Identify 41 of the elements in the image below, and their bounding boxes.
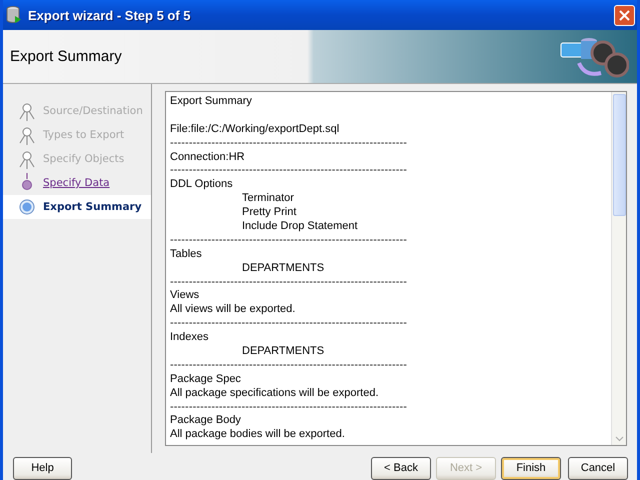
summary-line: All package specifications will be exported. [170, 386, 380, 401]
dashed-separator: --------------------------------------------------------------- [170, 317, 408, 332]
close-icon [619, 10, 630, 20]
summary-item: Pretty Print [242, 206, 296, 218]
dashed-separator: --------------------------------------------------------------- [170, 136, 408, 151]
step-node-icon [17, 101, 37, 121]
dashed-separator: --------------------------------------------------------------- [170, 400, 408, 414]
summary-line: All package bodies will be exported. [170, 428, 346, 442]
window-title: Export wizard - Step 5 of 5 [28, 8, 192, 22]
close-button[interactable] [614, 4, 635, 26]
step-node-icon [17, 125, 37, 145]
scroll-down-icon[interactable] [614, 436, 624, 442]
dashed-separator: --------------------------------------------------------------- [170, 276, 408, 290]
dashed-separator: --------------------------------------------------------------- [170, 234, 408, 248]
summary-line: Views [170, 289, 200, 304]
dashed-separator: --------------------------------------------------------------- [170, 358, 408, 373]
summary-line: All views will be exported. [170, 303, 296, 318]
step-node-icon [17, 197, 37, 217]
summary-line: File:file:/C:/Working/exportDept.sql [170, 122, 340, 137]
cancel-button[interactable]: Cancel [568, 456, 628, 480]
step-node-icon [17, 149, 37, 169]
wizard-button[interactable]: < Back [371, 456, 431, 480]
summary-item: DEPARTMENTS [242, 345, 324, 358]
summary-item: Include Drop Statement [242, 220, 358, 232]
summary-line: Tables [170, 248, 203, 262]
help-button[interactable]: Help [13, 456, 72, 480]
summary-item: Terminator [242, 192, 294, 204]
database-icon [6, 6, 22, 24]
summary-line: Connection:HR [170, 150, 246, 164]
summary-line: Export Summary [170, 95, 253, 109]
summary-item: DEPARTMENTS [242, 262, 324, 274]
wizard-button[interactable]: Finish [501, 456, 561, 480]
summary-line: DDL Options [170, 178, 234, 192]
summary-line: Package Body [170, 414, 242, 428]
dashed-separator: --------------------------------------------------------------- [170, 164, 408, 178]
wizard-step[interactable]: Export Summary [3, 195, 151, 219]
summary-line: Package Spec [170, 372, 242, 387]
summary-line: Indexes [170, 331, 210, 346]
wizard-step[interactable]: Specify Data [3, 171, 151, 195]
scrollbar[interactable] [611, 92, 626, 446]
page-title: Export Summary [9, 48, 123, 65]
